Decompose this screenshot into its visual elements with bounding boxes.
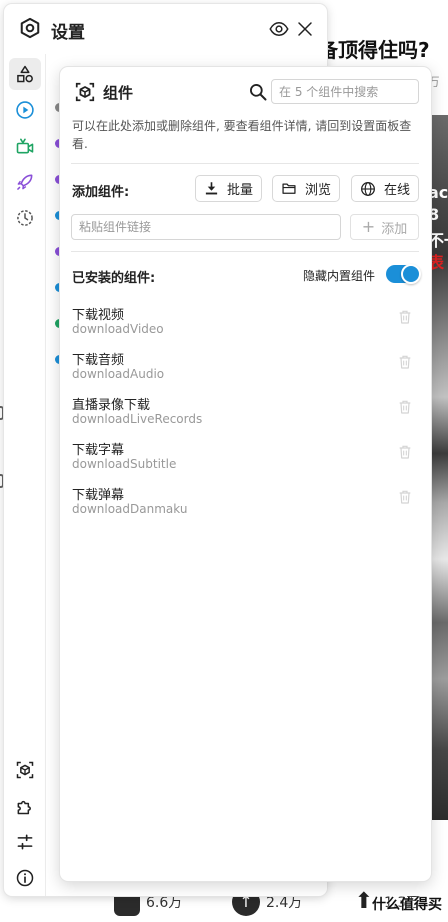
- batch-button-label: 批量: [226, 183, 253, 198]
- panel-header: 组件: [60, 67, 431, 115]
- components-icon[interactable]: [9, 58, 41, 90]
- divider: [71, 163, 419, 164]
- hide-builtin-label: 隐藏内置组件: [303, 269, 376, 283]
- folder-icon: [282, 183, 296, 194]
- component-id: downloadSubtitle: [72, 457, 177, 471]
- globe-icon: [361, 181, 375, 196]
- add-button[interactable]: + 添加: [350, 214, 419, 240]
- video-icon[interactable]: [9, 94, 41, 126]
- component-item: 下载音频 downloadAudio: [72, 349, 418, 389]
- info-icon[interactable]: [9, 862, 41, 894]
- search-icon: [249, 84, 267, 101]
- component-id: downloadAudio: [72, 367, 165, 381]
- watermark: 什么值得买: [372, 897, 442, 913]
- browse-button[interactable]: 浏览: [272, 175, 340, 202]
- component-item: 直播录像下载 downloadLiveRecords: [72, 394, 418, 434]
- search-input[interactable]: [271, 79, 419, 104]
- components-panel: 组件 可以在此处添加或删除组件, 要查看组件详情, 请回到设置面板查看. 添加组…: [60, 67, 431, 881]
- add-button-label: 添加: [381, 221, 408, 237]
- component-id: downloadDanmaku: [72, 502, 188, 516]
- online-button-label: 在线: [383, 183, 410, 198]
- hide-builtin-toggle[interactable]: [386, 264, 421, 284]
- panel-description: 可以在此处添加或删除组件, 要查看组件详情, 请回到设置面板查看.: [72, 119, 412, 151]
- plus-icon: +: [361, 217, 376, 236]
- video-title: 备顶得住吗?: [318, 38, 430, 62]
- delete-icon[interactable]: [397, 308, 413, 326]
- component-item: 下载字幕 downloadSubtitle: [72, 439, 418, 479]
- video-caption-4: 表: [428, 253, 445, 272]
- video-caption-3: 不一: [428, 231, 448, 250]
- delete-icon[interactable]: [397, 488, 413, 506]
- settings-logo-icon: [20, 17, 40, 39]
- component-cube-icon[interactable]: [9, 754, 41, 786]
- download-icon: [205, 182, 218, 195]
- component-name: 直播录像下载: [72, 398, 151, 413]
- component-name: 下载视频: [72, 308, 125, 323]
- panel-title: 组件: [103, 84, 134, 102]
- close-icon[interactable]: [294, 18, 316, 40]
- component-name: 下载音频: [72, 353, 125, 368]
- component-id: downloadVideo: [72, 322, 164, 336]
- settings-header: 设置: [4, 4, 327, 54]
- component-link-input[interactable]: [71, 214, 341, 240]
- settings-sidebar: [4, 54, 46, 896]
- rocket-icon[interactable]: [9, 166, 41, 198]
- batch-button[interactable]: 批量: [195, 175, 262, 202]
- installed-components-label: 已安装的组件:: [72, 271, 156, 286]
- component-name: 下载弹幕: [72, 488, 125, 503]
- online-button[interactable]: 在线: [351, 175, 419, 202]
- component-item: 下载视频 downloadVideo: [72, 304, 418, 344]
- delete-icon[interactable]: [397, 353, 413, 371]
- live-camera-icon[interactable]: [9, 130, 41, 162]
- settings-title: 设置: [51, 23, 85, 43]
- browse-button-label: 浏览: [304, 183, 331, 198]
- eye-icon[interactable]: [268, 18, 290, 40]
- component-name: 下载字幕: [72, 443, 125, 458]
- delete-icon[interactable]: [397, 398, 413, 416]
- video-caption-1: ac: [428, 183, 448, 202]
- component-item: 下载弹幕 downloadDanmaku: [72, 484, 418, 524]
- video-player[interactable]: ac 8 不一 表: [428, 115, 448, 820]
- toggle-knob: [401, 264, 421, 284]
- add-component-label: 添加组件:: [72, 185, 130, 200]
- puzzle-icon[interactable]: [9, 790, 41, 822]
- video-caption-2: 8: [428, 205, 440, 224]
- history-icon[interactable]: [9, 202, 41, 234]
- component-cube-icon: [75, 82, 95, 102]
- divider: [71, 251, 419, 252]
- sliders-icon[interactable]: [9, 826, 41, 858]
- delete-icon[interactable]: [397, 443, 413, 461]
- component-id: downloadLiveRecords: [72, 412, 203, 426]
